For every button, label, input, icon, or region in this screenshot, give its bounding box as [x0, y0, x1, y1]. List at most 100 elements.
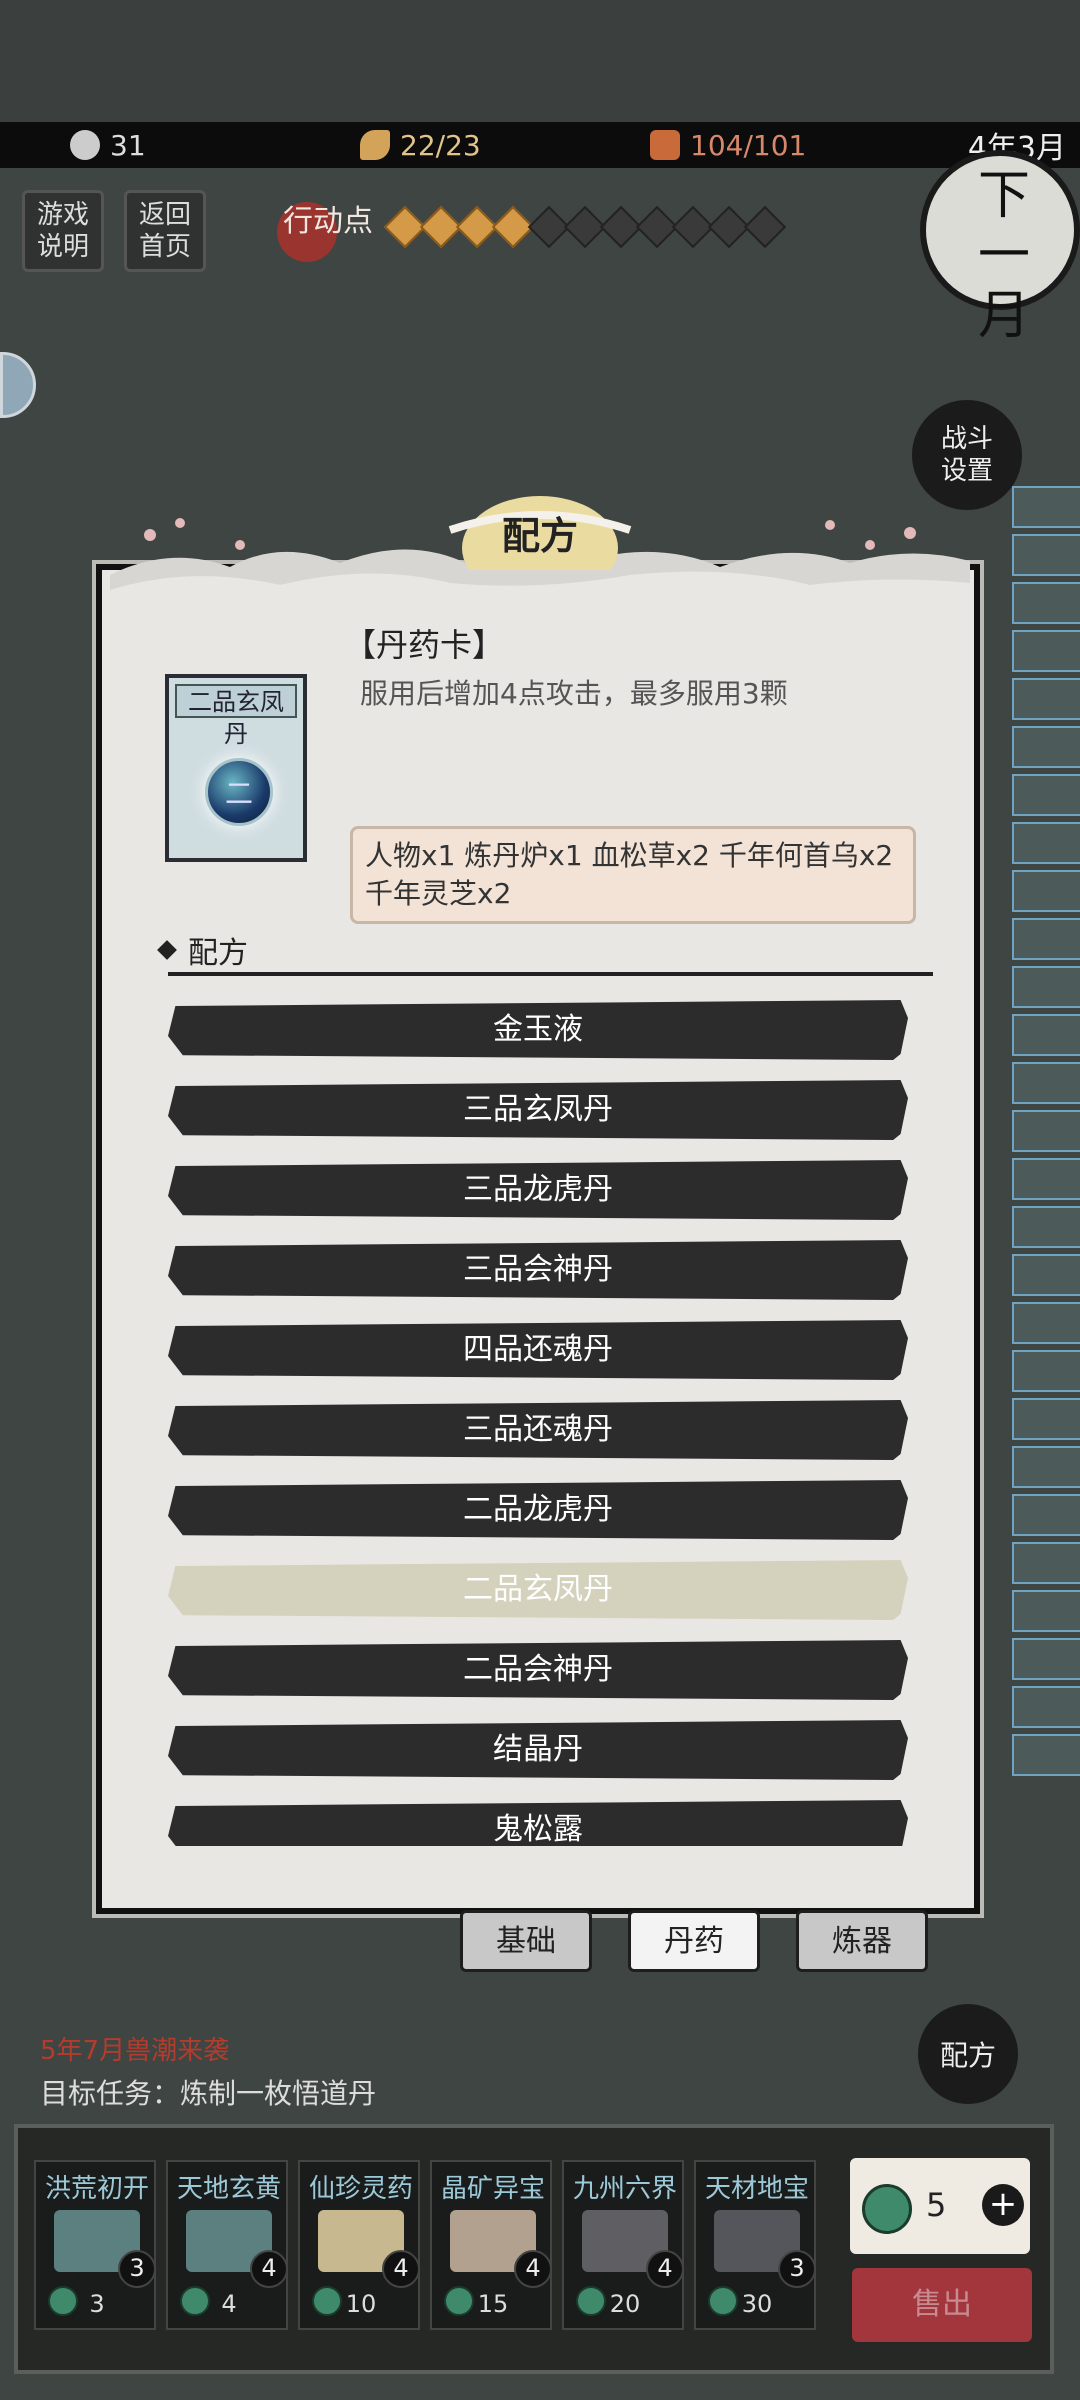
card-pack[interactable]: 天材地宝 3 30 — [694, 2160, 816, 2330]
recipe-item[interactable]: 结晶丹 — [168, 1720, 908, 1780]
recipe-item[interactable]: 三品还魂丹 — [168, 1400, 908, 1460]
stamina-stat: 22/23 — [360, 122, 481, 168]
recipe-item[interactable]: 三品龙虎丹 — [168, 1160, 908, 1220]
coin-balance: 5 + — [850, 2158, 1030, 2254]
strip-card — [1012, 966, 1080, 1008]
card-pack[interactable]: 天地玄黄 4 4 — [166, 2160, 288, 2330]
pack-name: 洪荒初开 — [44, 2174, 149, 2204]
pack-count: 4 — [250, 2250, 288, 2288]
pack-name: 天地玄黄 — [176, 2174, 281, 2204]
strip-card — [1012, 1350, 1080, 1392]
pack-count: 4 — [514, 2250, 552, 2288]
strip-card — [1012, 630, 1080, 672]
card-pack[interactable]: 洪荒初开 3 3 — [34, 2160, 156, 2330]
card-icon — [650, 130, 680, 160]
action-points-label: 行动点 — [265, 180, 375, 280]
pack-count: 3 — [778, 2250, 816, 2288]
pack-count: 4 — [382, 2250, 420, 2288]
strip-card — [1012, 534, 1080, 576]
background-card-strip — [1012, 486, 1080, 1936]
pack-cost: 4 — [221, 2290, 237, 2318]
strip-card — [1012, 1254, 1080, 1296]
strip-card — [1012, 726, 1080, 768]
character-icon — [70, 130, 100, 160]
strip-card — [1012, 774, 1080, 816]
pack-count: 4 — [646, 2250, 684, 2288]
recipe-item[interactable]: 二品会神丹 — [168, 1640, 908, 1700]
plus-icon[interactable]: + — [982, 2184, 1024, 2226]
strip-card — [1012, 1542, 1080, 1584]
strip-card — [1012, 1062, 1080, 1104]
cards-stat: 104/101 — [650, 122, 806, 168]
battle-settings-label: 战斗设置 — [940, 424, 993, 486]
strip-card — [1012, 1734, 1080, 1776]
top-band — [0, 0, 1080, 122]
recipe-button[interactable]: 配方 — [918, 2004, 1018, 2104]
mission-text: 目标任务：炼制一枚悟道丹 — [40, 2077, 377, 2110]
recipe-section-label: 配方 — [188, 936, 248, 971]
strip-card — [1012, 1110, 1080, 1152]
strip-card — [1012, 1206, 1080, 1248]
card-pack[interactable]: 九州六界 4 20 — [562, 2160, 684, 2330]
diamond-bullet-icon — [157, 940, 177, 960]
event-notice: 5年7月兽潮来袭 — [40, 2036, 230, 2066]
spirit-coin-icon — [862, 2184, 912, 2234]
pack-name: 晶矿异宝 — [440, 2174, 545, 2204]
pack-cost: 20 — [609, 2290, 641, 2318]
tab-basic[interactable]: 基础 — [460, 1910, 592, 1972]
game-help-button[interactable]: 游戏说明 — [22, 190, 104, 272]
strip-card — [1012, 1638, 1080, 1680]
card-pack[interactable]: 仙珍灵药 4 10 — [298, 2160, 420, 2330]
strip-card — [1012, 1686, 1080, 1728]
pack-name: 仙珍灵药 — [308, 2174, 413, 2204]
strip-card — [1012, 822, 1080, 864]
strip-card — [1012, 1158, 1080, 1200]
strip-card — [1012, 1302, 1080, 1344]
tab-forging[interactable]: 炼器 — [796, 1910, 928, 1972]
next-month-label: 下一月 — [977, 166, 1030, 346]
strip-card — [1012, 486, 1080, 528]
pack-cost: 15 — [477, 2290, 509, 2318]
action-points: 行动点 — [265, 180, 835, 280]
pack-cost: 30 — [741, 2290, 773, 2318]
strip-card — [1012, 870, 1080, 912]
card-description: 服用后增加4点攻击，最多服用3颗 — [360, 677, 788, 710]
strip-card — [1012, 1398, 1080, 1440]
action-points-diamonds — [383, 205, 787, 249]
recipe-section-header: 配方 — [157, 928, 248, 972]
recipe-item[interactable]: 金玉液 — [168, 1000, 908, 1060]
recipe-item[interactable]: 二品龙虎丹 — [168, 1480, 908, 1540]
pack-cost: 10 — [345, 2290, 377, 2318]
recipe-item[interactable]: 四品还魂丹 — [168, 1320, 908, 1380]
modal-title: 配方 — [501, 513, 578, 558]
next-month-button[interactable]: 下一月 — [920, 150, 1080, 346]
card-pack[interactable]: 晶矿异宝 4 15 — [430, 2160, 552, 2330]
battle-settings-button[interactable]: 战斗设置 — [912, 400, 1022, 510]
recipe-item[interactable]: 鬼松露 — [168, 1800, 908, 1846]
recipe-item[interactable]: 三品会神丹 — [168, 1240, 908, 1300]
recipe-list[interactable]: 金玉液 三品玄凤丹 三品龙虎丹 三品会神丹 四品还魂丹 三品还魂丹 二品龙虎丹 … — [168, 1000, 908, 1846]
strip-card — [1012, 1494, 1080, 1536]
action-point-empty — [743, 205, 787, 249]
section-divider — [168, 972, 933, 976]
recipe-item[interactable]: 三品玄凤丹 — [168, 1080, 908, 1140]
level-value: 31 — [110, 128, 146, 162]
strip-card — [1012, 918, 1080, 960]
cards-value: 104/101 — [690, 128, 807, 162]
strip-card — [1012, 678, 1080, 720]
card-grade-symbol: 二 — [224, 777, 253, 810]
pill-gem-icon: 二 — [205, 758, 273, 826]
card-type-title: 【丹药卡】 — [344, 626, 505, 664]
strip-card — [1012, 1446, 1080, 1488]
level-stat: 31 — [70, 122, 146, 168]
drumstick-icon — [360, 130, 390, 160]
tab-pills[interactable]: 丹药 — [628, 1910, 760, 1972]
sleep-icon[interactable] — [0, 352, 36, 418]
status-bar: 31 22/23 104/101 4年3月 — [0, 122, 1080, 168]
stamina-value: 22/23 — [400, 128, 481, 162]
pill-card-preview: 二品玄凤丹 二 — [165, 674, 307, 862]
pack-name: 天材地宝 — [704, 2174, 809, 2204]
sell-button[interactable]: 售出 — [852, 2268, 1032, 2342]
recipe-item-selected[interactable]: 二品玄凤丹 — [168, 1560, 908, 1620]
return-home-button[interactable]: 返回首页 — [124, 190, 206, 272]
